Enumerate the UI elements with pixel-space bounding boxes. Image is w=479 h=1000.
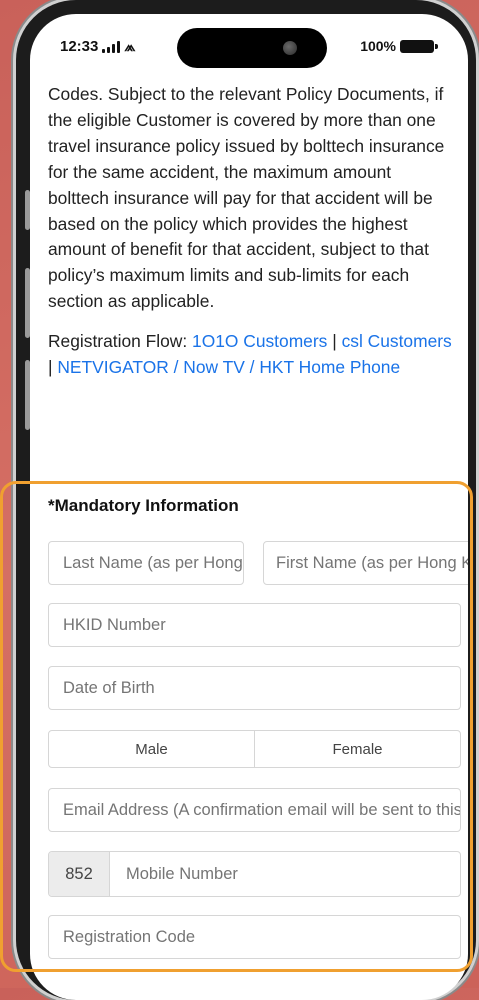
registration-code-placeholder: Registration Code — [63, 927, 196, 946]
first-name-placeholder: First Name (as per Hong Kong ID Card) — [276, 553, 468, 572]
link-netvigator-customers[interactable]: NETVIGATOR / Now TV / HKT Home Phone — [57, 357, 400, 377]
email-input[interactable]: Email Address (A confirmation email will… — [48, 788, 461, 832]
registration-code-input[interactable]: Registration Code — [48, 915, 461, 959]
page-content: Codes. Subject to the relevant Policy Do… — [48, 82, 456, 381]
country-code: 852 — [49, 852, 110, 896]
policy-text: Codes. Subject to the relevant Policy Do… — [48, 84, 445, 312]
gender-selector: Male Female — [48, 730, 461, 768]
last-name-placeholder: Last Name (as per Hong Kong ID Card) — [63, 553, 243, 572]
link-csl-customers[interactable]: csl Customers — [342, 331, 452, 351]
hkid-input[interactable]: HKID Number — [48, 603, 461, 647]
registration-flow-label: Registration Flow: — [48, 331, 188, 352]
camera-icon — [283, 41, 297, 55]
battery-percent: 100% — [360, 38, 396, 54]
battery-group: 100% — [360, 38, 438, 54]
hkid-placeholder: HKID Number — [63, 615, 166, 634]
mobile-number-field: 852 Mobile Number — [48, 851, 461, 897]
gender-male-option[interactable]: Male — [49, 731, 254, 767]
phone-screen: 12:33 ⩕ 100% Codes. Subject to the relev… — [30, 14, 468, 1000]
first-name-input[interactable]: First Name (as per Hong Kong ID Card) — [263, 541, 468, 585]
status-time: 12:33 — [60, 38, 99, 55]
link-separator: | — [332, 331, 337, 352]
form-title: *Mandatory Information — [48, 496, 239, 515]
dynamic-island — [177, 28, 327, 68]
battery-icon — [400, 39, 438, 53]
last-name-input[interactable]: Last Name (as per Hong Kong ID Card) — [48, 541, 244, 585]
dob-placeholder: Date of Birth — [63, 678, 155, 697]
date-of-birth-input[interactable]: Date of Birth — [48, 666, 461, 710]
signal-icon — [102, 40, 121, 53]
gender-female-option[interactable]: Female — [254, 731, 460, 767]
wifi-icon: ⩕ — [124, 38, 136, 54]
status-bar: 12:33 ⩕ 100% — [30, 14, 468, 76]
mobile-number-input[interactable]: Mobile Number — [110, 852, 460, 896]
status-time-group: 12:33 ⩕ — [60, 38, 135, 55]
email-placeholder: Email Address (A confirmation email will… — [63, 800, 461, 819]
registration-flow: Registration Flow: 1O1O Customers | csl … — [48, 329, 456, 381]
link-separator: | — [48, 357, 53, 378]
link-1010-customers[interactable]: 1O1O Customers — [192, 331, 327, 351]
